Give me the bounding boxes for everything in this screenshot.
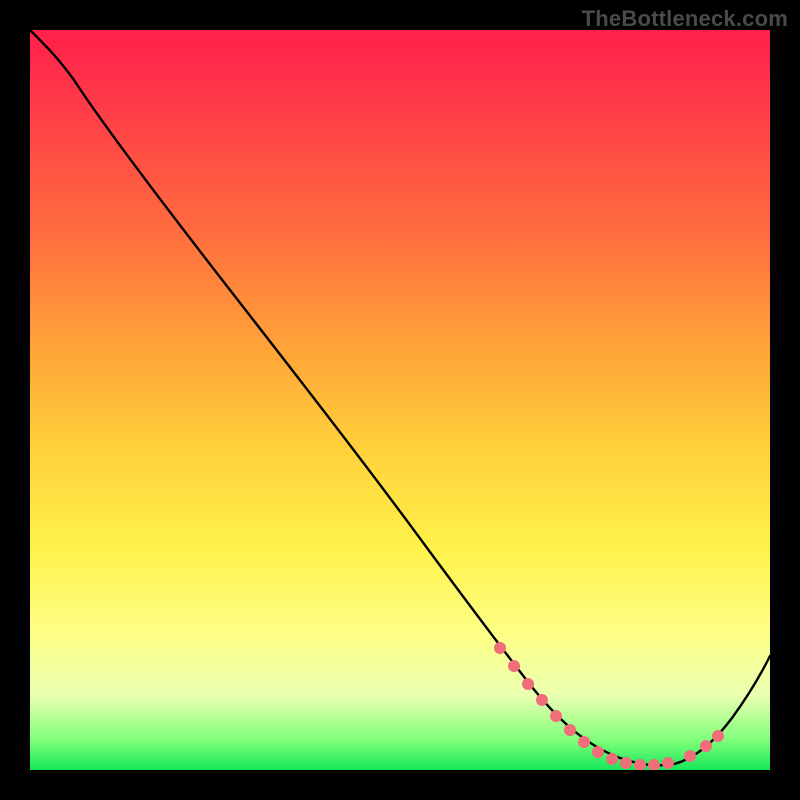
watermark-text: TheBottleneck.com — [582, 6, 788, 32]
chart-curve — [30, 30, 770, 765]
plot-area — [30, 30, 770, 770]
chart-stage: TheBottleneck.com — [0, 0, 800, 800]
optimal-markers — [494, 642, 724, 770]
chart-svg — [30, 30, 770, 770]
